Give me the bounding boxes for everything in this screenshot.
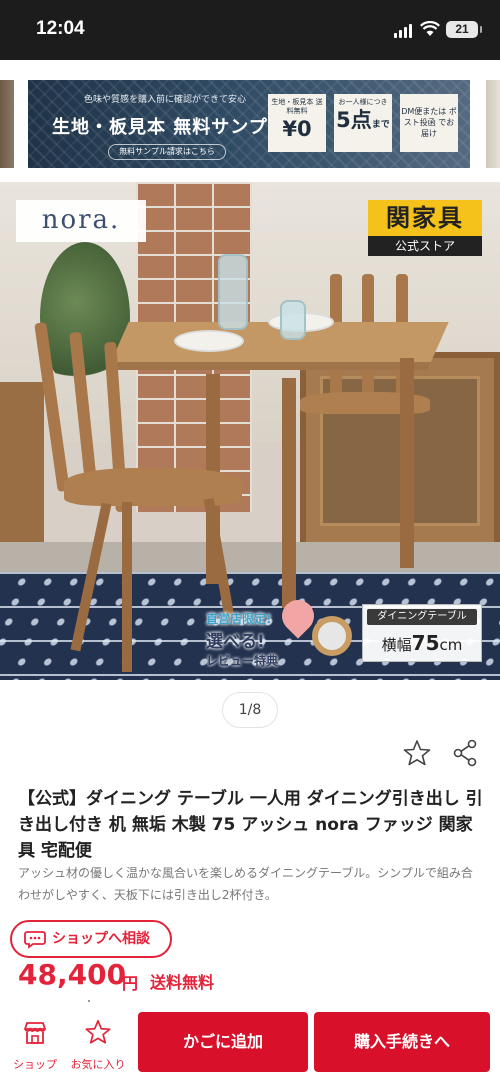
banner-peek-next[interactable] [486,80,500,168]
promo-line3: レビュー特典 [206,654,279,668]
banner-box-caption: お一人様につき [338,98,388,106]
wifi-icon [420,21,440,36]
size-value: 横幅75cm [381,631,463,655]
shop-consult-label: ショップへ相談 [52,931,150,947]
banner-sample-link[interactable]: 無料サンプル請求はこちら [108,144,226,160]
battery-icon: 21 [446,21,482,38]
chat-icon [24,931,46,949]
plate [174,330,244,352]
status-time: 12:04 [36,18,85,39]
size-info-box: ダイニングテーブル 横幅75cm [362,604,482,662]
banner-headline: 生地・板見本 無料サンプル [52,117,287,138]
promo-line2: 選べる! [206,632,265,652]
nora-logo: nora. [16,200,146,242]
drinking-glass [280,300,306,340]
chair-seat [64,468,242,506]
banner-box-caption: DM便または ポスト投函 でお届け [401,107,457,138]
sekikagu-logo-sub: 公式ストア [368,236,482,256]
image-pager: 1/8 [222,692,278,728]
shop-icon [24,1022,46,1044]
sekikagu-logo: 関家具 公式ストア [368,200,482,258]
divider-dot [88,1000,90,1002]
favorite-nav-button[interactable]: お気に入り [66,1016,130,1076]
table-leg [400,358,414,568]
banner-peek-previous[interactable] [0,80,14,168]
product-title: 【公式】ダイニング テーブル 一人用 ダイニング引き出し 引き出し付き 机 無垢… [18,789,483,861]
status-bar: 12:04 21 [0,0,500,60]
table-leg [282,378,296,608]
banner-limit-box: お一人様につき 5点まで [334,94,392,152]
chair-leg [122,502,132,672]
add-to-cart-button[interactable]: かごに追加 [138,1012,308,1072]
banner-box-value: ¥0 [282,117,312,141]
shop-nav-label: ショップ [13,1058,57,1071]
favorite-star-icon [85,1019,111,1044]
shop-nav-button[interactable]: ショップ [8,1016,62,1076]
banner-delivery-box: DM便または ポスト投函 でお届け [400,94,458,152]
free-shipping-label: 送料無料 [150,973,215,992]
share-icon[interactable] [450,738,480,768]
banner-box-caption: 生地・板見本 送料無料 [271,98,323,115]
size-caption: ダイニングテーブル [367,609,477,625]
product-description: アッシュ材の優しく温かな風合いを楽しめるダイニングテーブル。シンプルで組み合わせ… [18,866,473,902]
bottom-action-bar: ショップ お気に入り かごに追加 購入手続きへ [0,1006,500,1080]
top-banner-carousel[interactable]: 色味や質感を購入前に確認ができて安心 生地・板見本 無料サンプル 無料サンプル請… [0,80,500,168]
sekikagu-logo-main: 関家具 [368,200,482,236]
glass-pitcher [218,254,248,330]
signal-icon [394,24,414,38]
mirror-item-image [312,616,352,656]
sample-banner[interactable]: 色味や質感を購入前に確認ができて安心 生地・板見本 無料サンプル 無料サンプル請… [28,80,470,168]
price-unit: 円 [122,974,139,993]
price: 48,400 [18,958,127,991]
banner-box-value: 5点まで [336,108,390,132]
banner-free-shipping-box: 生地・板見本 送料無料 ¥0 [268,94,326,152]
shop-consult-button[interactable]: ショップへ相談 [10,920,172,958]
star-icon[interactable] [402,738,432,768]
favorite-nav-label: お気に入り [70,1058,126,1071]
banner-subline: 色味や質感を購入前に確認ができて安心 [84,95,247,105]
checkout-button[interactable]: 購入手続きへ [314,1012,490,1072]
